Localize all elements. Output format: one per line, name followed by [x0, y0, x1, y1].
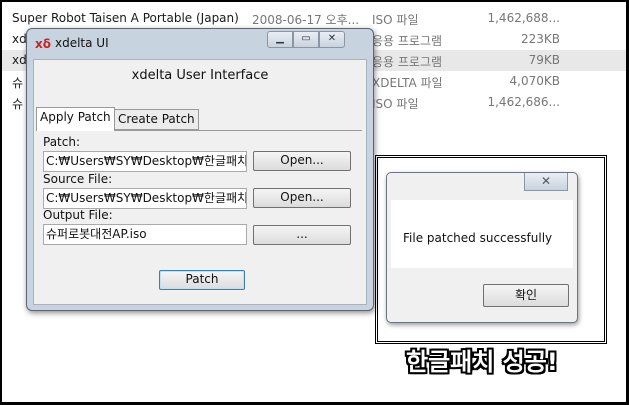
file-row[interactable]: Super Robot Taisen A Portable (Japan) 20… — [2, 8, 626, 29]
minimize-button[interactable]: ▁ — [267, 31, 293, 48]
maximize-button[interactable]: ▭ — [293, 31, 319, 48]
window-title: xdelta UI — [55, 36, 109, 50]
tab-create-patch[interactable]: Create Patch — [114, 109, 199, 130]
screenshot-canvas: Super Robot Taisen A Portable (Japan) 20… — [2, 2, 626, 402]
file-name: xd — [12, 53, 27, 67]
output-file-field[interactable]: 슈퍼로봇대전AP.iso — [43, 224, 247, 245]
file-name: 슈 — [12, 76, 24, 90]
apply-patch-panel: Patch: C:₩Users₩SY₩Desktop₩한글패치 Open... … — [36, 130, 362, 301]
file-size: 1,462,686... — [487, 95, 560, 109]
close-button[interactable]: ✕ — [319, 31, 345, 48]
file-name: Super Robot Taisen A Portable (Japan) — [12, 11, 239, 25]
dialog-message: File patched successfully — [403, 231, 553, 245]
success-caption: 한글패치 성공! — [406, 348, 558, 376]
tab-apply-patch[interactable]: Apply Patch — [36, 107, 115, 131]
xdelta-logo-icon: xδ — [35, 37, 51, 51]
file-date: 2008-06-17 오후... — [252, 13, 360, 27]
patch-open-button[interactable]: Open... — [253, 151, 351, 171]
file-size: 4,070KB — [509, 74, 560, 88]
output-file-label: Output File: — [43, 208, 113, 222]
patch-label: Patch: — [43, 135, 81, 149]
source-open-button[interactable]: Open... — [253, 188, 351, 208]
xdelta-window: xδ xdelta UI ▁ ▭ ✕ xdelta User Interface… — [26, 28, 374, 311]
file-type: XDELTA 파일 — [372, 76, 443, 90]
file-type: ISO 파일 — [372, 97, 419, 111]
file-type: ISO 파일 — [372, 13, 419, 27]
success-dialog: ✕ File patched successfully 확인 — [386, 172, 578, 323]
file-name: 슈 — [12, 97, 24, 111]
source-file-label: Source File: — [43, 172, 113, 186]
file-name: xd — [12, 32, 27, 46]
patch-path-field[interactable]: C:₩Users₩SY₩Desktop₩한글패치 — [43, 151, 247, 172]
source-file-field[interactable]: C:₩Users₩SY₩Desktop₩한글패치 — [43, 188, 247, 209]
patch-button[interactable]: Patch — [159, 270, 245, 290]
file-type: 응용 프로그램 — [372, 55, 443, 69]
app-header: xdelta User Interface — [131, 68, 269, 83]
window-client-area: xdelta User Interface Apply Patch Create… — [33, 59, 367, 305]
file-size: 1,462,688... — [487, 11, 560, 25]
file-size: 223KB — [520, 32, 560, 46]
file-type: 응용 프로그램 — [372, 34, 443, 48]
output-browse-button[interactable]: ... — [253, 225, 351, 245]
file-size: 79KB — [528, 53, 560, 67]
dialog-close-button[interactable]: ✕ — [524, 173, 568, 191]
dialog-ok-button[interactable]: 확인 — [483, 284, 569, 307]
